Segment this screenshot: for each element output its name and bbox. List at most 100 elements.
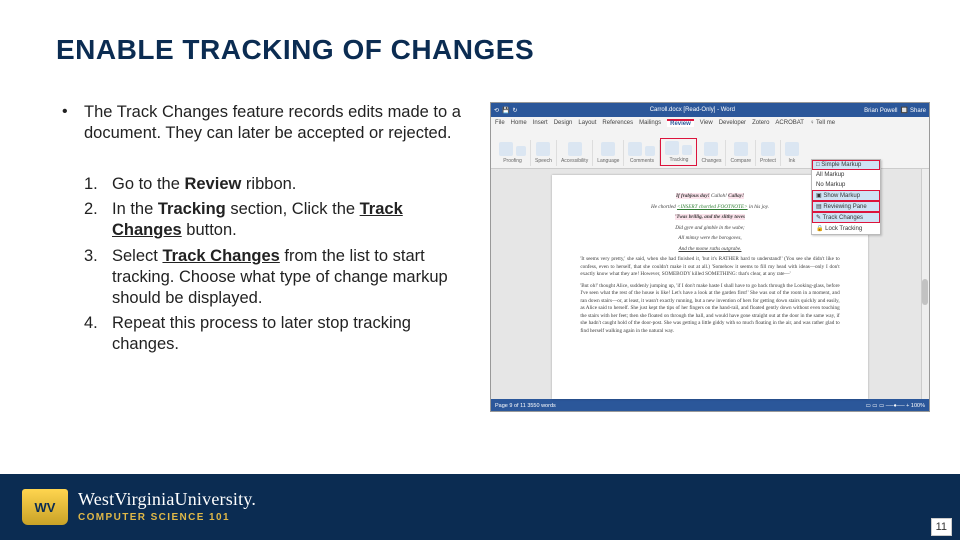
ribbon-group-label: Accessibility [561,158,588,164]
word-screenshot: ⟲💾↻ Carroll.docx [Read-Only] - Word Bria… [490,102,930,412]
read-aloud-icon[interactable] [536,142,550,156]
doc-paragraph: 'It seems very pretty,' she said, when s… [580,256,839,279]
show-comments-icon[interactable] [645,146,655,156]
step-text: Select [112,247,162,265]
step-text: ribbon. [241,175,296,193]
dd-lock-tracking[interactable]: 🔒 Lock Tracking [812,223,880,234]
ribbon-group-label: Compare [730,158,751,164]
tab-references[interactable]: References [602,120,633,126]
ribbon-group-comments: Comments [624,140,660,166]
ribbon-group-label: Changes [701,158,721,164]
doc-line: If frabjous day! Calloh! Callay! [580,193,839,201]
scrollbar-thumb[interactable] [922,279,928,305]
step-number: 2. [84,199,98,220]
step-text: In the [112,200,158,218]
step-4: 4. Repeat this process to later stop tra… [84,313,472,355]
step-3: 3. Select Track Changes from the list to… [84,246,472,309]
tab-review[interactable]: Review [667,119,694,127]
ribbon-group-label: Proofing [503,158,522,164]
doc-paragraph: 'But oh!' thought Alice, suddenly jumpin… [580,283,839,336]
tab-insert[interactable]: Insert [533,120,548,126]
ribbon-group-accessibility: Accessibility [557,140,593,166]
dd-simple-markup[interactable]: □ Simple Markup [812,160,880,170]
dd-no-markup[interactable]: No Markup [812,180,880,190]
step-text: section, Click the [226,200,360,218]
tab-layout[interactable]: Layout [578,120,596,126]
step-2: 2. In the Tracking section, Click the Tr… [84,199,472,241]
wvu-logo: WV WestVirginiaUniversity. COMPUTER SCIE… [22,489,256,525]
tab-zotero[interactable]: Zotero [752,120,769,126]
spelling-icon[interactable] [499,142,513,156]
step-text: Repeat this process to later stop tracki… [112,314,411,353]
status-left: Page 9 of 11 3550 words [495,403,556,409]
ribbon-tabs: File Home Insert Design Layout Reference… [491,117,929,129]
ink-icon[interactable] [785,142,799,156]
steps-list: 1. Go to the Review ribbon. 2. In the Tr… [56,174,472,355]
compare-icon[interactable] [734,142,748,156]
status-right: ▭ ▭ ▭ ──●── + 100% [866,403,925,409]
quick-access-toolbar: ⟲💾↻ [494,107,521,114]
vertical-scrollbar[interactable] [921,169,929,399]
wvu-flying-wv-icon: WV [22,489,68,525]
thesaurus-icon[interactable] [516,146,526,156]
ribbon-group-tracking-highlighted: Tracking [660,138,697,166]
check-accessibility-icon[interactable] [568,142,582,156]
university-name: WestVirginiaUniversity. [78,489,256,510]
step-text: Go to the [112,175,184,193]
ribbon-group-language: Language [593,140,624,166]
footer-band: WV WestVirginiaUniversity. COMPUTER SCIE… [0,474,960,540]
tab-home[interactable]: Home [511,120,527,126]
ribbon-group-compare: Compare [726,140,756,166]
dd-all-markup[interactable]: All Markup [812,170,880,180]
ribbon-group-ink: Ink [781,140,803,166]
step-bold-underline: Track Changes [162,247,279,265]
ribbon-group-label: Language [597,158,619,164]
dd-show-markup[interactable]: ▣ Show Markup [812,190,880,201]
step-number: 3. [84,246,98,267]
tab-acrobat[interactable]: ACROBAT [775,120,804,126]
dd-reviewing-pane[interactable]: ▤ Reviewing Pane [812,201,880,212]
slide-title: ENABLE TRACKING OF CHANGES [0,0,960,66]
step-text: button. [182,221,237,239]
word-title-bar: ⟲💾↻ Carroll.docx [Read-Only] - Word Bria… [491,103,929,117]
ribbon-group-label: Speech [535,158,552,164]
intro-bullet: The Track Changes feature records edits … [56,102,472,144]
doc-line: And the mome raths outgrabe. [580,246,839,254]
ribbon-group-protect: Protect [756,140,781,166]
protect-icon[interactable] [761,142,775,156]
track-changes-button[interactable] [665,141,679,155]
status-bar: Page 9 of 11 3550 words ▭ ▭ ▭ ──●── + 10… [491,399,929,412]
doc-line: Did gyre and gimble in the wabe; [580,225,839,233]
step-bold: Tracking [158,200,226,218]
ribbon-group-proofing: Proofing [495,140,531,166]
wvu-text: WestVirginiaUniversity. COMPUTER SCIENCE… [78,489,256,523]
content-row: The Track Changes feature records edits … [0,66,960,412]
markup-dropdown-icon[interactable] [682,145,692,155]
doc-line: All mimsy were the borogoves, [580,235,839,243]
left-column: The Track Changes feature records edits … [56,102,472,412]
step-bold: Review [184,175,241,193]
tab-file[interactable]: File [495,120,505,126]
department-name: COMPUTER SCIENCE 101 [78,510,256,523]
dd-track-changes[interactable]: ✎ Track Changes [812,212,880,223]
language-icon[interactable] [601,142,615,156]
title-bar-right: Brian Powell 🔲 Share [864,107,926,114]
ribbon-group-label: Protect [760,158,776,164]
new-comment-icon[interactable] [628,142,642,156]
ribbon-group-changes: Changes [697,140,726,166]
tab-mailings[interactable]: Mailings [639,120,661,126]
tracking-dropdown-menu: □ Simple Markup All Markup No Markup ▣ S… [811,159,881,235]
doc-line: 'Twas brillig, and the slithy toves [580,214,839,222]
document-title: Carroll.docx [Read-Only] - Word [521,107,865,113]
tell-me[interactable]: ♀ Tell me [810,120,841,126]
right-column: ⟲💾↻ Carroll.docx [Read-Only] - Word Bria… [472,102,930,412]
step-number: 1. [84,174,98,195]
accept-icon[interactable] [704,142,718,156]
tab-developer[interactable]: Developer [719,120,746,126]
tab-view[interactable]: View [700,120,713,126]
step-1: 1. Go to the Review ribbon. [84,174,472,195]
slide-number: 11 [931,518,952,536]
tab-design[interactable]: Design [554,120,573,126]
step-number: 4. [84,313,98,334]
ribbon-group-speech: Speech [531,140,557,166]
